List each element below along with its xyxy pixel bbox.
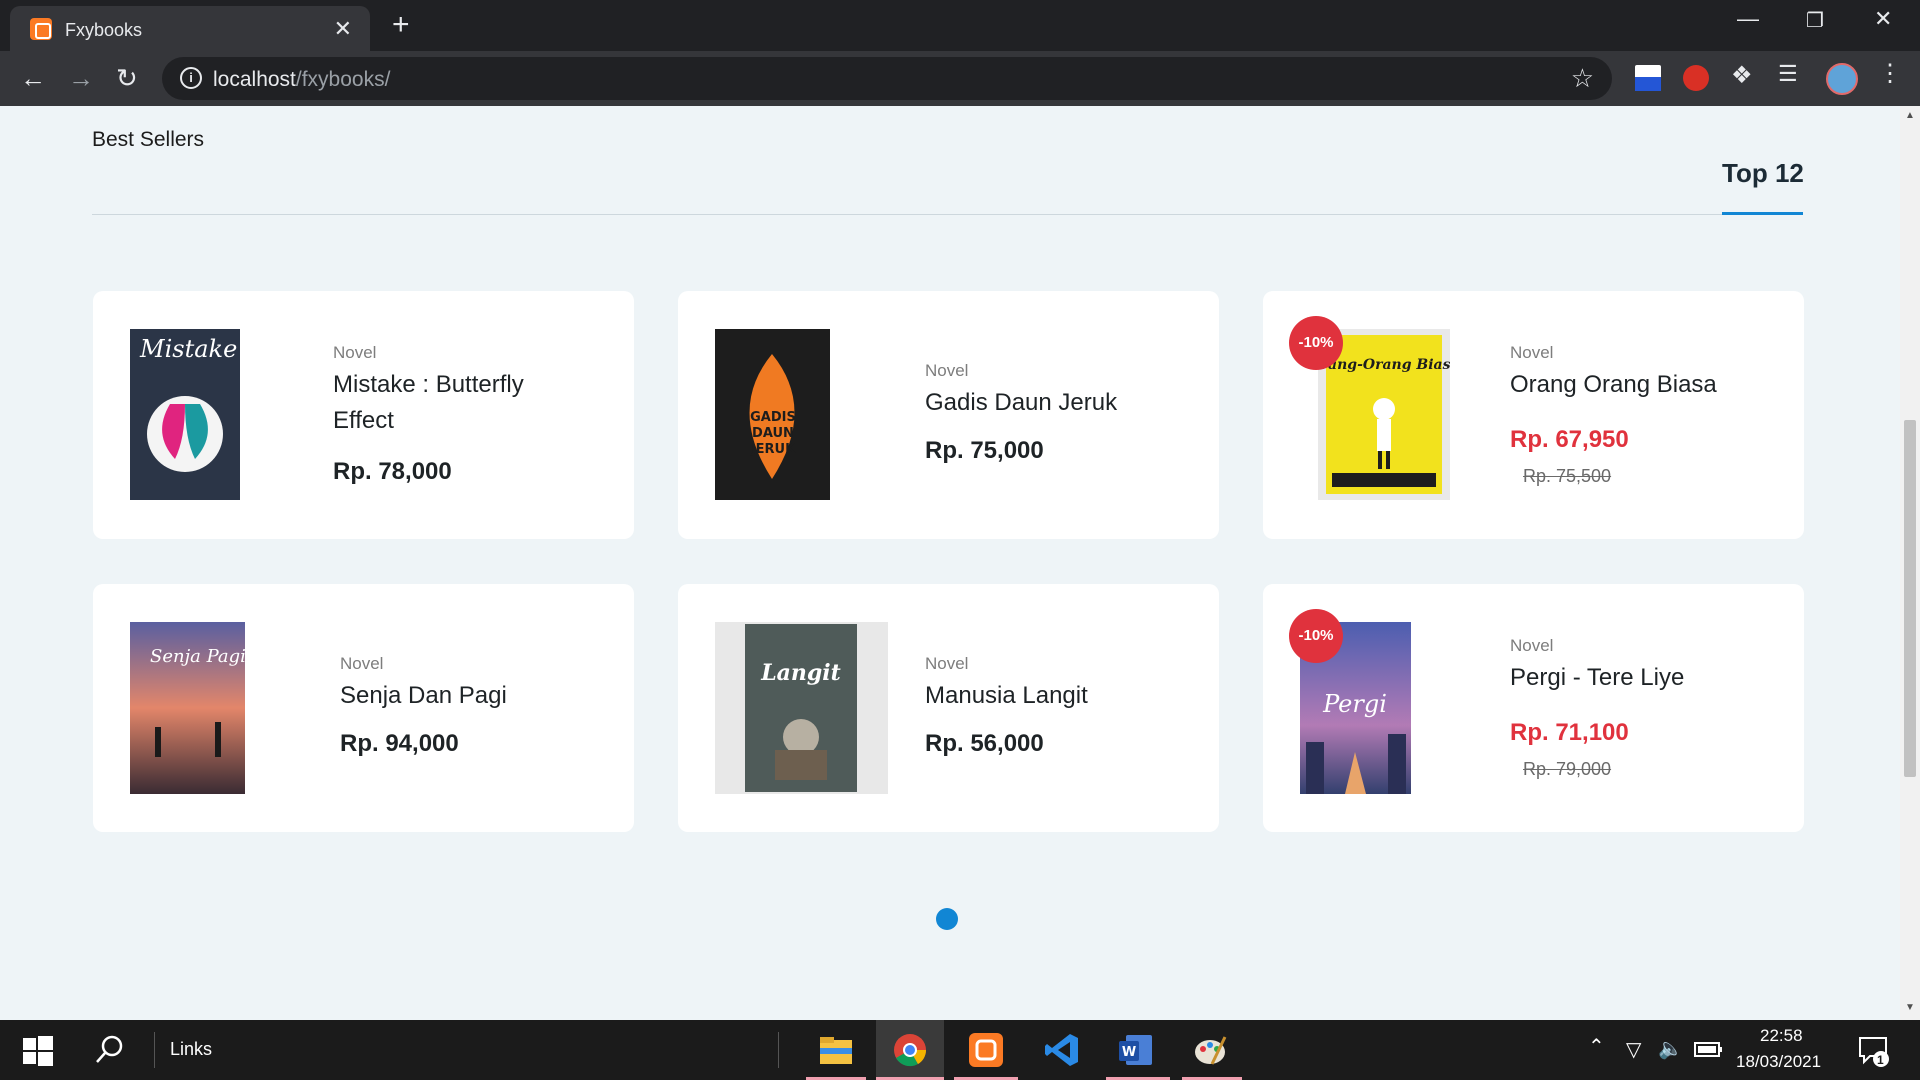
new-tab-button[interactable]: +: [392, 8, 410, 42]
product-price: Rp. 78,000: [333, 458, 452, 485]
browser-toolbar: ← → ↻ i localhost/fxybooks/ ☆ ❖ ☰ ⋮: [0, 51, 1920, 106]
discount-badge: -10%: [1289, 609, 1343, 663]
restore-icon[interactable]: ❐: [1806, 8, 1824, 33]
product-title[interactable]: Mistake : Butterfly Effect: [333, 367, 583, 439]
links-toolbar-label[interactable]: Links: [170, 1039, 212, 1060]
url-host: localhost: [213, 68, 296, 91]
close-window-icon[interactable]: ✕: [1874, 6, 1892, 32]
product-category: Novel: [340, 654, 384, 673]
url-path: /fxybooks/: [295, 68, 391, 91]
product-card[interactable]: Senja Pagi Novel Senja Dan Pagi Rp. 94,0…: [93, 584, 634, 832]
file-explorer-icon[interactable]: [818, 1032, 854, 1068]
scroll-down-icon[interactable]: ▼: [1905, 1002, 1915, 1013]
product-title[interactable]: Pergi - Tere Liye: [1510, 660, 1760, 696]
scrollbar[interactable]: ▲ ▼: [1900, 106, 1920, 1020]
windows-start-icon[interactable]: [20, 1032, 56, 1068]
forward-arrow-icon[interactable]: →: [68, 63, 94, 94]
divider: [92, 214, 1803, 215]
product-title[interactable]: Manusia Langit: [925, 678, 1175, 714]
discount-badge: -10%: [1289, 316, 1343, 370]
product-category: Novel: [1510, 343, 1554, 362]
product-price: Rp. 94,000: [340, 730, 459, 757]
product-card[interactable]: Langit Novel Manusia Langit Rp. 56,000: [678, 584, 1219, 832]
search-icon[interactable]: [92, 1032, 128, 1068]
product-card[interactable]: -10% Pergi Novel Pergi - Tere Liye Rp. 7…: [1263, 584, 1804, 832]
taskbar-separator: [154, 1032, 155, 1068]
product-old-price: Rp. 75,500: [1523, 466, 1612, 486]
taskbar-separator: [778, 1032, 779, 1068]
product-old-price: Rp. 79,000: [1523, 759, 1612, 779]
active-tab-underline: [1722, 212, 1803, 215]
cover-title-text: Mistake: [139, 335, 237, 363]
paint-icon[interactable]: [1192, 1032, 1228, 1068]
cover-title-text: Senja Pagi: [150, 646, 245, 667]
book-cover-image: Senja Pagi: [130, 622, 245, 794]
clock-date[interactable]: 18/03/2021: [1736, 1052, 1821, 1072]
flag-extension-icon[interactable]: [1635, 65, 1661, 91]
product-sale-price: Rp. 71,100: [1510, 719, 1629, 746]
reload-icon[interactable]: ↻: [116, 63, 138, 94]
back-arrow-icon[interactable]: ←: [20, 63, 46, 94]
product-title[interactable]: Orang Orang Biasa: [1510, 367, 1760, 403]
vscode-icon[interactable]: [1044, 1032, 1080, 1068]
xampp-icon[interactable]: [968, 1032, 1004, 1068]
scroll-thumb[interactable]: [1904, 420, 1916, 777]
browser-titlebar: Fxybooks ✕ + — ❐ ✕: [0, 0, 1920, 51]
product-card[interactable]: Mistake Novel Mistake : Butterfly Effect…: [93, 291, 634, 539]
tab-close-icon[interactable]: ✕: [334, 16, 352, 42]
show-hidden-icons-chevron-icon[interactable]: ⌃: [1588, 1034, 1605, 1059]
xampp-favicon-icon: [30, 18, 52, 40]
product-card[interactable]: GADIS DAUN JERUK Novel Gadis Daun Jeruk …: [678, 291, 1219, 539]
notification-count: 1: [1877, 1053, 1884, 1067]
word-icon[interactable]: W: [1118, 1032, 1154, 1068]
tab-title: Fxybooks: [65, 20, 143, 40]
svg-text:GADIS: GADIS: [750, 410, 796, 425]
product-price: Rp. 75,000: [925, 437, 1044, 464]
book-cover-image: GADIS DAUN JERUK: [715, 329, 830, 500]
product-title[interactable]: Senja Dan Pagi: [340, 678, 590, 714]
book-cover-image: Langit: [715, 622, 888, 794]
product-title[interactable]: Gadis Daun Jeruk: [925, 385, 1175, 421]
notification-center-icon[interactable]: [1856, 1032, 1892, 1068]
battery-icon[interactable]: [1694, 1040, 1730, 1076]
product-category: Novel: [1510, 636, 1554, 655]
product-price: Rp. 56,000: [925, 730, 1044, 757]
clock-time[interactable]: 22:58: [1760, 1026, 1803, 1046]
adblock-extension-icon[interactable]: [1683, 65, 1709, 91]
svg-text:DAUN: DAUN: [752, 426, 794, 441]
product-sale-price: Rp. 67,950: [1510, 426, 1629, 453]
product-category: Novel: [925, 654, 969, 673]
info-icon[interactable]: i: [180, 67, 202, 89]
tab-top-12[interactable]: Top 12: [1722, 158, 1804, 189]
section-label: Best Sellers: [92, 128, 205, 151]
cover-title-text: Pergi: [1322, 690, 1387, 718]
svg-text:W: W: [1122, 1045, 1136, 1060]
cover-title-text: Langit: [760, 660, 841, 686]
media-control-icon[interactable]: ☰: [1778, 61, 1804, 87]
wifi-icon[interactable]: ▽: [1626, 1037, 1641, 1062]
chrome-icon[interactable]: [892, 1032, 928, 1068]
page-content: Best Sellers Top 12 Mistake Novel Mistak…: [0, 106, 1900, 1020]
bookmark-star-icon[interactable]: ☆: [1571, 63, 1594, 94]
minimize-icon[interactable]: —: [1737, 6, 1759, 32]
extensions-puzzle-icon[interactable]: ❖: [1731, 61, 1757, 89]
windows-taskbar: Links W ⌃ ▽ 🔈 22:58 18/03/2021 1: [0, 1020, 1920, 1080]
menu-dots-icon[interactable]: ⋮: [1878, 59, 1904, 87]
scroll-up-icon[interactable]: ▲: [1905, 110, 1915, 121]
browser-tab[interactable]: Fxybooks ✕: [10, 6, 370, 51]
url-text[interactable]: localhost/fxybooks/: [213, 68, 390, 92]
book-cover-image: Mistake: [130, 329, 240, 500]
carousel-dot[interactable]: [936, 908, 958, 930]
product-category: Novel: [925, 361, 969, 380]
product-card[interactable]: -10% Orang-Orang Biasa Novel Orang Orang…: [1263, 291, 1804, 539]
cover-title-text: Orang-Orang Biasa: [1318, 357, 1450, 373]
profile-avatar[interactable]: [1826, 63, 1858, 95]
product-category: Novel: [333, 343, 377, 362]
svg-text:JERUK: JERUK: [750, 442, 796, 457]
volume-icon[interactable]: 🔈: [1658, 1036, 1683, 1061]
address-bar[interactable]: i localhost/fxybooks/ ☆: [162, 57, 1612, 100]
